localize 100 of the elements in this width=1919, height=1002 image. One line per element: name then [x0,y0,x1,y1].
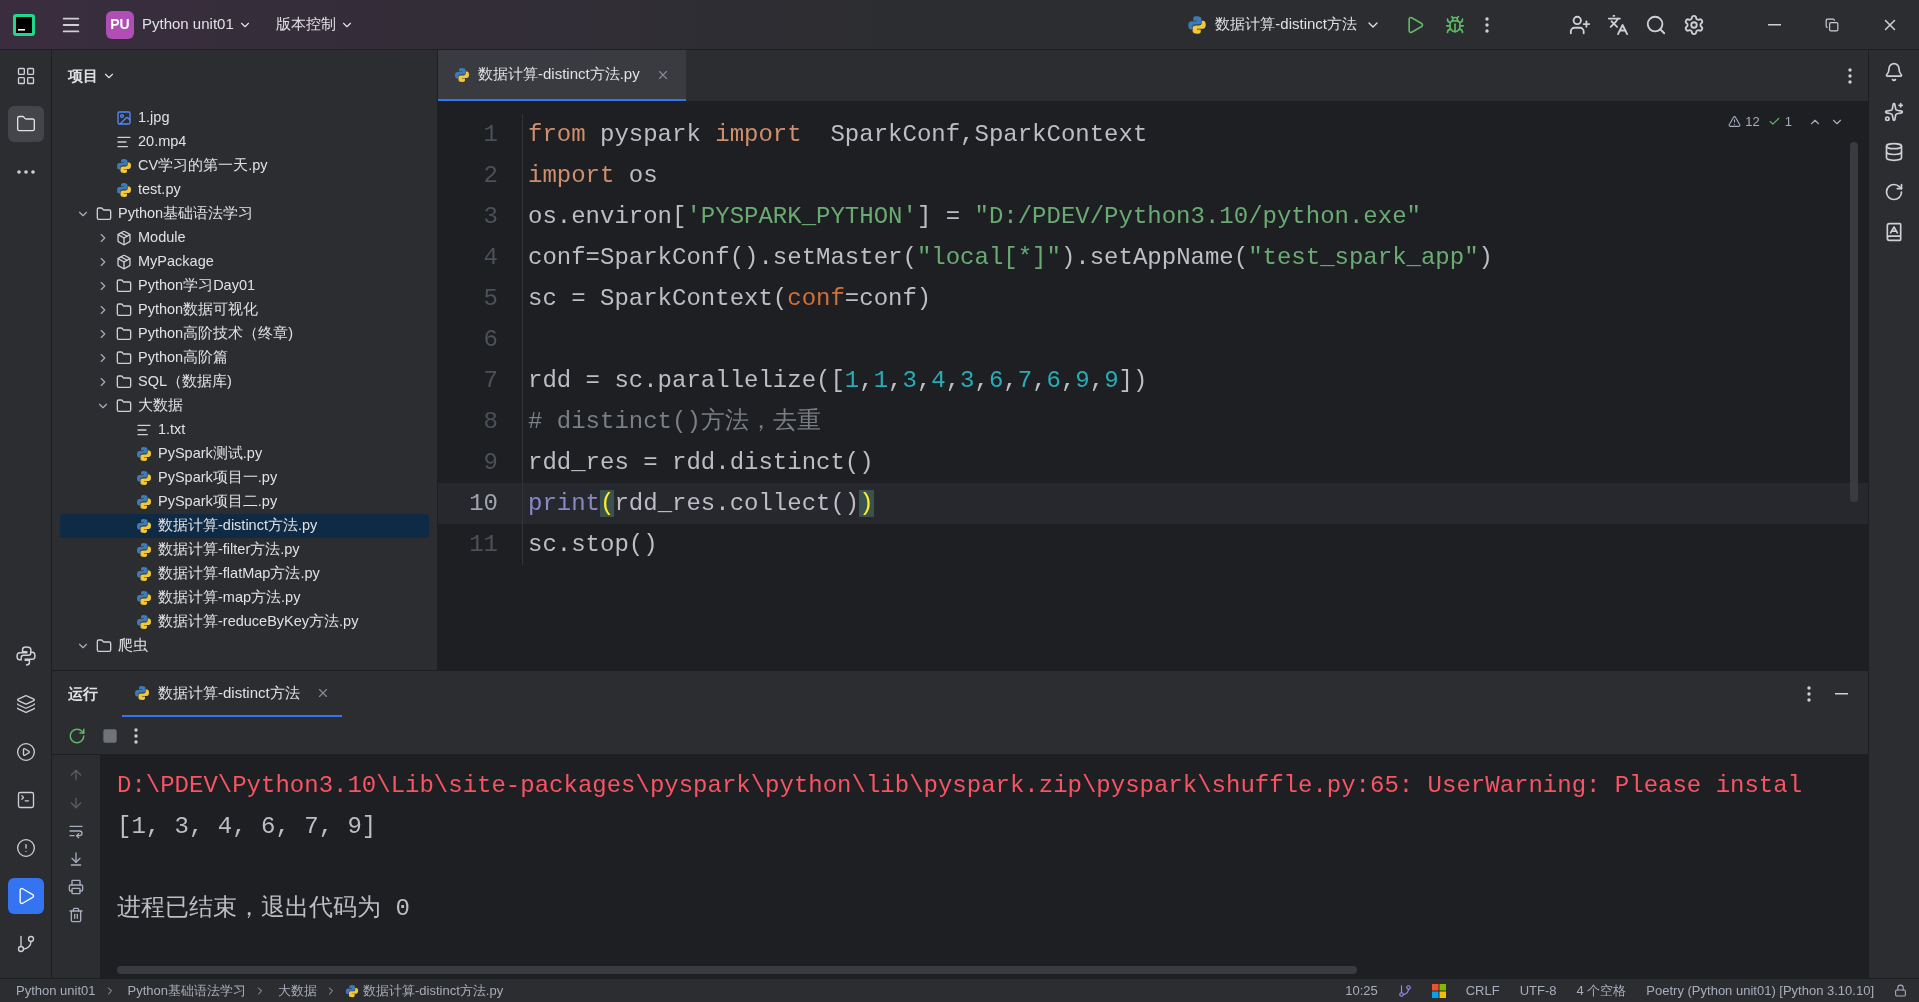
refresh-icon[interactable] [1884,182,1904,202]
code-line: conf=SparkConf().setMaster("local[*]").setAppName("test_spark_app") [528,242,1493,273]
code-line: from pyspark import SparkConf,SparkContext [528,119,1148,150]
debug-button[interactable] [1445,14,1465,35]
tree-item[interactable]: 大数据 [60,394,429,418]
more-icon[interactable] [134,727,138,744]
scroll-to-end-icon[interactable] [68,851,84,867]
dictionary-icon[interactable] [1884,222,1904,242]
tree-item[interactable]: PySpark项目一.py [60,466,429,490]
warning-icon [1728,115,1742,129]
editor-tab[interactable]: 数据计算-distinct方法.py [438,50,686,101]
breadcrumb[interactable]: 大数据 [278,980,317,1001]
run-panel-title: 运行 [68,683,98,704]
tree-item[interactable]: PySpark测试.py [60,442,429,466]
settings-button[interactable] [1683,13,1705,36]
tree-item[interactable]: 数据计算-filter方法.py [60,538,429,562]
tree-item[interactable]: 数据计算-map方法.py [60,586,429,610]
folder-icon [116,398,132,414]
breadcrumb[interactable]: 数据计算-distinct方法.py [363,980,504,1001]
file-encoding[interactable]: UTF-8 [1519,980,1557,1001]
branch-icon[interactable] [1397,983,1412,998]
more-icon [1848,67,1852,84]
run-button[interactable] [1405,14,1425,35]
tree-item[interactable]: 数据计算-distinct方法.py [60,514,429,538]
tree-item[interactable]: 数据计算-flatMap方法.py [60,562,429,586]
database-icon[interactable] [1884,142,1904,162]
python-file-icon [136,446,152,462]
code-line: # distinct()方法，去重 [528,406,821,437]
code-line: os.environ['PYSPARK_PYTHON'] = "D:/PDEV/Python3.10/python.exe" [528,201,1421,232]
project-view-dropdown[interactable]: 项目 [68,64,116,88]
run-button[interactable] [7,878,44,914]
console-line: D:\PDEV\Python3.10\Lib\site-packages\pyspark\python\lib\pyspark.zip\pyspark\shuffle.py:65: UserWarning: Please instal [117,771,1804,801]
tree-item[interactable]: Python基础语法学习 [60,202,429,226]
python-icon [14,645,37,667]
breadcrumb[interactable]: Python unit01 [16,980,96,1001]
problems-icon [15,838,36,858]
image-file-icon [116,110,132,126]
lock-icon[interactable] [1894,984,1907,997]
soft-wrap-icon[interactable] [68,823,84,839]
caret-position[interactable]: 10:25 [1345,980,1378,1001]
tree-item[interactable]: 数据计算-reduceByKey方法.py [60,610,429,634]
search-button[interactable] [1645,13,1667,36]
notifications-icon[interactable] [1884,62,1904,82]
tree-item[interactable]: MyPackage [60,250,429,274]
python-file-icon [454,66,470,83]
tree-item[interactable]: CV学习的第一天.py [60,154,429,178]
warnings-count[interactable]: 12 [1728,112,1760,132]
tree-item[interactable]: Python高阶篇 [60,346,429,370]
sparkles-icon[interactable] [1884,102,1904,122]
tree-item[interactable]: test.py [60,178,429,202]
trash-icon[interactable] [68,907,84,923]
tree-item[interactable]: 1.txt [60,418,429,442]
stop-icon[interactable] [102,727,118,744]
run-tab[interactable]: 数据计算-distinct方法 [122,671,342,717]
python-file-icon [116,182,132,198]
minimize-icon [1767,23,1781,26]
structure-icon [15,66,36,86]
python-icon [134,685,150,701]
vcs-dropdown[interactable]: 版本控制 [275,13,354,36]
folder-button[interactable] [7,106,44,142]
tree-item[interactable]: 1.jpg [60,106,429,130]
code-line: import os [528,160,658,191]
indent-setting[interactable]: 4 个空格 [1576,980,1627,1001]
tree-item[interactable]: Python数据可视化 [60,298,429,322]
tree-item[interactable]: Python高阶技术（终章) [60,322,429,346]
search-icon [1645,13,1667,36]
code-line: sc = SparkContext(conf=conf) [528,283,932,314]
tree-item[interactable]: PySpark项目二.py [60,490,429,514]
python-file-icon [136,566,152,582]
tree-item[interactable]: Python学习Day01 [60,274,429,298]
weak-warnings-count[interactable]: 1 [1767,112,1792,132]
project-dropdown[interactable]: Python unit01 [142,13,252,36]
tree-item[interactable]: SQL（数据库) [60,370,429,394]
python-file-icon [136,614,152,630]
user-plus-icon [1569,13,1591,36]
folder-icon [116,350,132,366]
folder-icon [15,114,36,134]
print-icon[interactable] [68,879,84,895]
tab-label: 数据计算-distinct方法 [158,682,300,703]
tree-item[interactable]: 爬虫 [60,634,429,658]
interpreter[interactable]: Poetry (Python unit01) [Python 3.10.10] [1646,980,1874,1001]
line-number: 10 [468,488,498,519]
horizontal-scrollbar[interactable] [117,966,1357,974]
settings-icon [1683,13,1705,36]
python-icon [1187,14,1208,35]
run-configuration-dropdown[interactable]: 数据计算-distinct方法 [1187,13,1381,36]
project-badge: PU [106,10,134,39]
rerun-icon[interactable] [68,726,86,745]
code-with-me-button[interactable] [1569,13,1591,36]
folder-icon [96,638,112,654]
breadcrumb[interactable]: Python基础语法学习 [127,980,246,1001]
translate-button[interactable] [1607,13,1629,36]
scrollbar[interactable] [1850,142,1858,502]
console-line: [1, 3, 4, 6, 7, 9] [117,812,378,842]
tree-item[interactable]: 20.mp4 [60,130,429,154]
tree-item[interactable]: Module [60,226,429,250]
line-separator[interactable]: CRLF [1465,980,1500,1001]
python-file-icon [116,158,132,174]
more-button[interactable] [1485,16,1489,33]
text-file-icon [116,134,132,150]
